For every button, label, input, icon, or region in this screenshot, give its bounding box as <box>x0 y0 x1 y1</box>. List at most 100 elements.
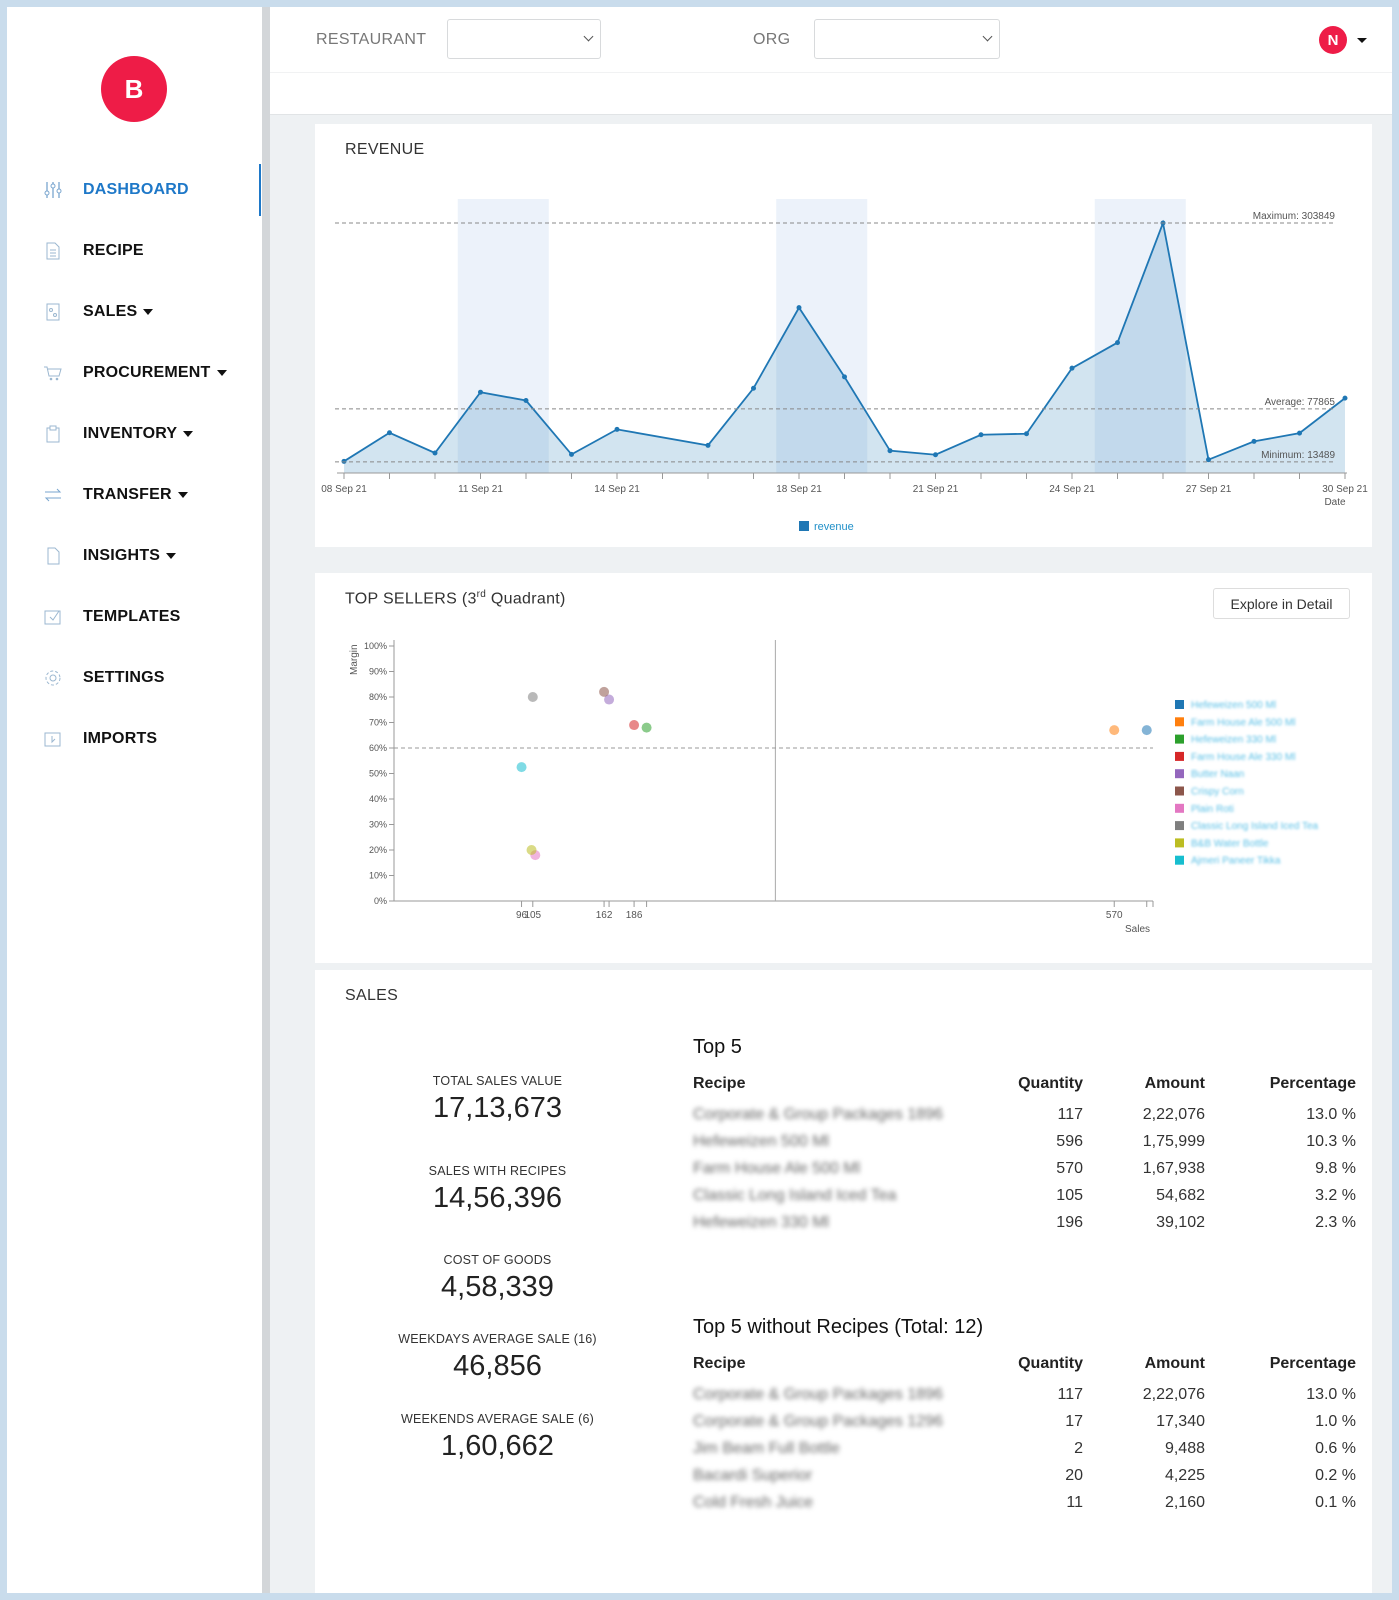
sidebar-item-inventory[interactable]: INVENTORY <box>43 419 194 449</box>
x-tick-label: 27 Sep 21 <box>1186 484 1232 495</box>
revenue-point[interactable] <box>1342 395 1348 401</box>
table-row[interactable]: Jim Beam Full Bottle 2 9,488 0.6 % <box>693 1435 1356 1462</box>
revenue-point[interactable] <box>933 452 938 458</box>
scatter-point[interactable] <box>1141 725 1152 736</box>
scatter-point[interactable] <box>629 720 640 731</box>
kpi-label: TOTAL SALES VALUE <box>432 1074 563 1088</box>
amount-cell: 1,67,938 <box>1142 1160 1205 1177</box>
kpi-value: 14,56,396 <box>432 1182 562 1214</box>
quantity-cell: 105 <box>1056 1187 1083 1204</box>
revenue-point[interactable] <box>842 374 847 380</box>
brand-logo: B <box>101 56 167 122</box>
legend-label[interactable]: Farm House Ale 500 Ml <box>1191 717 1296 728</box>
x-tick-label: 30 Sep 21 <box>1322 484 1368 495</box>
revenue-point[interactable] <box>1251 438 1257 444</box>
user-menu-caret-icon[interactable] <box>1357 38 1367 43</box>
scatter-point[interactable] <box>1109 725 1120 736</box>
revenue-point[interactable] <box>614 426 620 432</box>
y-tick-label: 0% <box>374 896 387 906</box>
column-header: Quantity <box>1018 1075 1083 1092</box>
percentage-cell: 13.0 % <box>1306 1106 1356 1123</box>
percentage-cell: 13.0 % <box>1306 1386 1356 1403</box>
revenue-point[interactable] <box>1024 431 1029 437</box>
table-row[interactable]: Cold Fresh Juice 11 2,160 0.1 % <box>693 1489 1356 1516</box>
sidebar-item-transfer[interactable]: TRANSFER <box>43 480 188 510</box>
legend-label[interactable]: Butter Naan <box>1191 769 1244 780</box>
revenue-point[interactable] <box>705 442 711 448</box>
table-row[interactable]: Corporate & Group Packages 1896 117 2,22,0… <box>693 1381 1356 1408</box>
sidebar-item-label: SALES <box>83 303 138 320</box>
kpi-label: WEEKDAYS AVERAGE SALE (16) <box>398 1332 597 1346</box>
legend-label[interactable]: Crispy Corn <box>1191 787 1244 798</box>
sidebar-item-settings[interactable]: SETTINGS <box>43 663 165 693</box>
percentage-cell: 9.8 % <box>1315 1160 1356 1177</box>
table-row[interactable]: Bacardi Superior 20 4,225 0.2 % <box>693 1462 1356 1489</box>
sidebar-item-imports[interactable]: IMPORTS <box>43 724 157 754</box>
sales-card: SALES TOTAL SALES VALUE 17,13,673 SALES WI… <box>315 970 1372 1593</box>
revenue-point[interactable] <box>569 451 574 457</box>
legend-label[interactable]: B&B Water Bottle <box>1191 838 1269 849</box>
restaurant-select[interactable] <box>447 19 601 59</box>
legend-label[interactable]: revenue <box>814 521 854 533</box>
app-root: B DASHBOARD RECIPE SALES PROCUREMENT INVENTO… <box>7 7 1392 1593</box>
scatter-point[interactable] <box>526 845 537 855</box>
sidebar-item-dashboard[interactable]: DASHBOARD <box>43 175 189 205</box>
sidebar-item-recipe[interactable]: RECIPE <box>43 236 144 266</box>
sidebar-divider[interactable] <box>262 7 270 1593</box>
user-avatar[interactable]: N <box>1319 26 1347 54</box>
table-row[interactable]: Farm House Ale 500 Ml 570 1,67,938 9.8 % <box>693 1155 1356 1182</box>
recipe-cell: Corporate & Group Packages 1896 <box>693 1106 943 1123</box>
recipe-cell: Bacardi Superior <box>693 1467 813 1484</box>
recipe-cell: Corporate & Group Packages 1296 <box>693 1413 943 1430</box>
recipe-cell: Farm House Ale 500 Ml <box>693 1160 861 1177</box>
revenue-point[interactable] <box>796 305 802 311</box>
table-header: Recipe Quantity Amount Percentage <box>693 1355 1356 1381</box>
table-row[interactable]: Classic Long Island Iced Tea 105 54,682 3.2… <box>693 1182 1356 1209</box>
org-select[interactable] <box>814 19 1000 59</box>
table-row[interactable]: Hefeweizen 500 Ml 596 1,75,999 10.3 % <box>693 1128 1356 1155</box>
revenue-point[interactable] <box>978 432 984 438</box>
scatter-point[interactable] <box>599 686 610 697</box>
sidebar-item-procurement[interactable]: PROCUREMENT <box>43 358 227 388</box>
top5-section: Top 5 Recipe Quantity Amount Percentage Corp… <box>693 1036 1356 1236</box>
sidebar-item-insights[interactable]: INSIGHTS <box>43 541 177 571</box>
revenue-point[interactable] <box>1069 365 1075 371</box>
table-row[interactable]: Corporate & Group Packages 1296 17 17,340 1… <box>693 1408 1356 1435</box>
kpi-cost-of-goods: COST OF GOODS 4,58,339 <box>375 1253 620 1304</box>
import-icon <box>43 729 63 749</box>
revenue-point[interactable] <box>341 458 347 464</box>
kpi-value: 17,13,673 <box>432 1092 562 1124</box>
revenue-point[interactable] <box>387 430 392 436</box>
quantity-cell: 196 <box>1056 1214 1083 1231</box>
sidebar-item-templates[interactable]: TEMPLATES <box>43 602 181 632</box>
x-tick-label: 24 Sep 21 <box>1049 484 1095 495</box>
top-sellers-scatter: 0%10%20%30%40%50%60%70%80%90%100%96105 16… <box>349 640 1319 935</box>
legend-label[interactable]: Ajmeri Paneer Tikka <box>1191 856 1281 867</box>
table-row[interactable]: Corporate & Group Packages 1896 117 2,22,0… <box>693 1101 1356 1128</box>
legend-swatch <box>1175 734 1184 744</box>
sales-title: SALES <box>345 987 399 1004</box>
amount-cell: 54,682 <box>1156 1187 1205 1204</box>
legend-swatch <box>1175 803 1184 813</box>
legend-label[interactable]: Hefeweizen 330 Ml <box>1191 735 1276 746</box>
legend-label[interactable]: Plain Roti <box>1191 804 1234 815</box>
recipe-cell: Cold Fresh Juice <box>693 1494 814 1511</box>
legend-label[interactable]: Hefeweizen 500 Ml <box>1191 700 1276 711</box>
table-row[interactable]: Hefeweizen 330 Ml 196 39,102 2.3 % <box>693 1209 1356 1236</box>
revenue-point[interactable] <box>1297 430 1302 436</box>
revenue-point[interactable] <box>887 448 893 454</box>
legend-label[interactable]: Classic Long Island Iced Tea <box>1191 821 1319 832</box>
chevron-down-icon <box>583 31 594 42</box>
sidebar-item-sales[interactable]: SALES <box>43 297 154 327</box>
scatter-point[interactable] <box>641 722 652 733</box>
revenue-point[interactable] <box>523 398 529 404</box>
explore-in-detail-button[interactable]: Explore in Detail <box>1213 588 1350 619</box>
scatter-point[interactable] <box>516 762 527 773</box>
scatter-point[interactable] <box>527 692 538 702</box>
kpi-value: 46,856 <box>453 1350 542 1382</box>
revenue-point[interactable] <box>432 450 438 456</box>
revenue-point[interactable] <box>478 389 483 395</box>
revenue-point[interactable] <box>1115 340 1120 346</box>
revenue-point[interactable] <box>751 385 756 391</box>
legend-label[interactable]: Farm House Ale 330 Ml <box>1191 752 1296 763</box>
